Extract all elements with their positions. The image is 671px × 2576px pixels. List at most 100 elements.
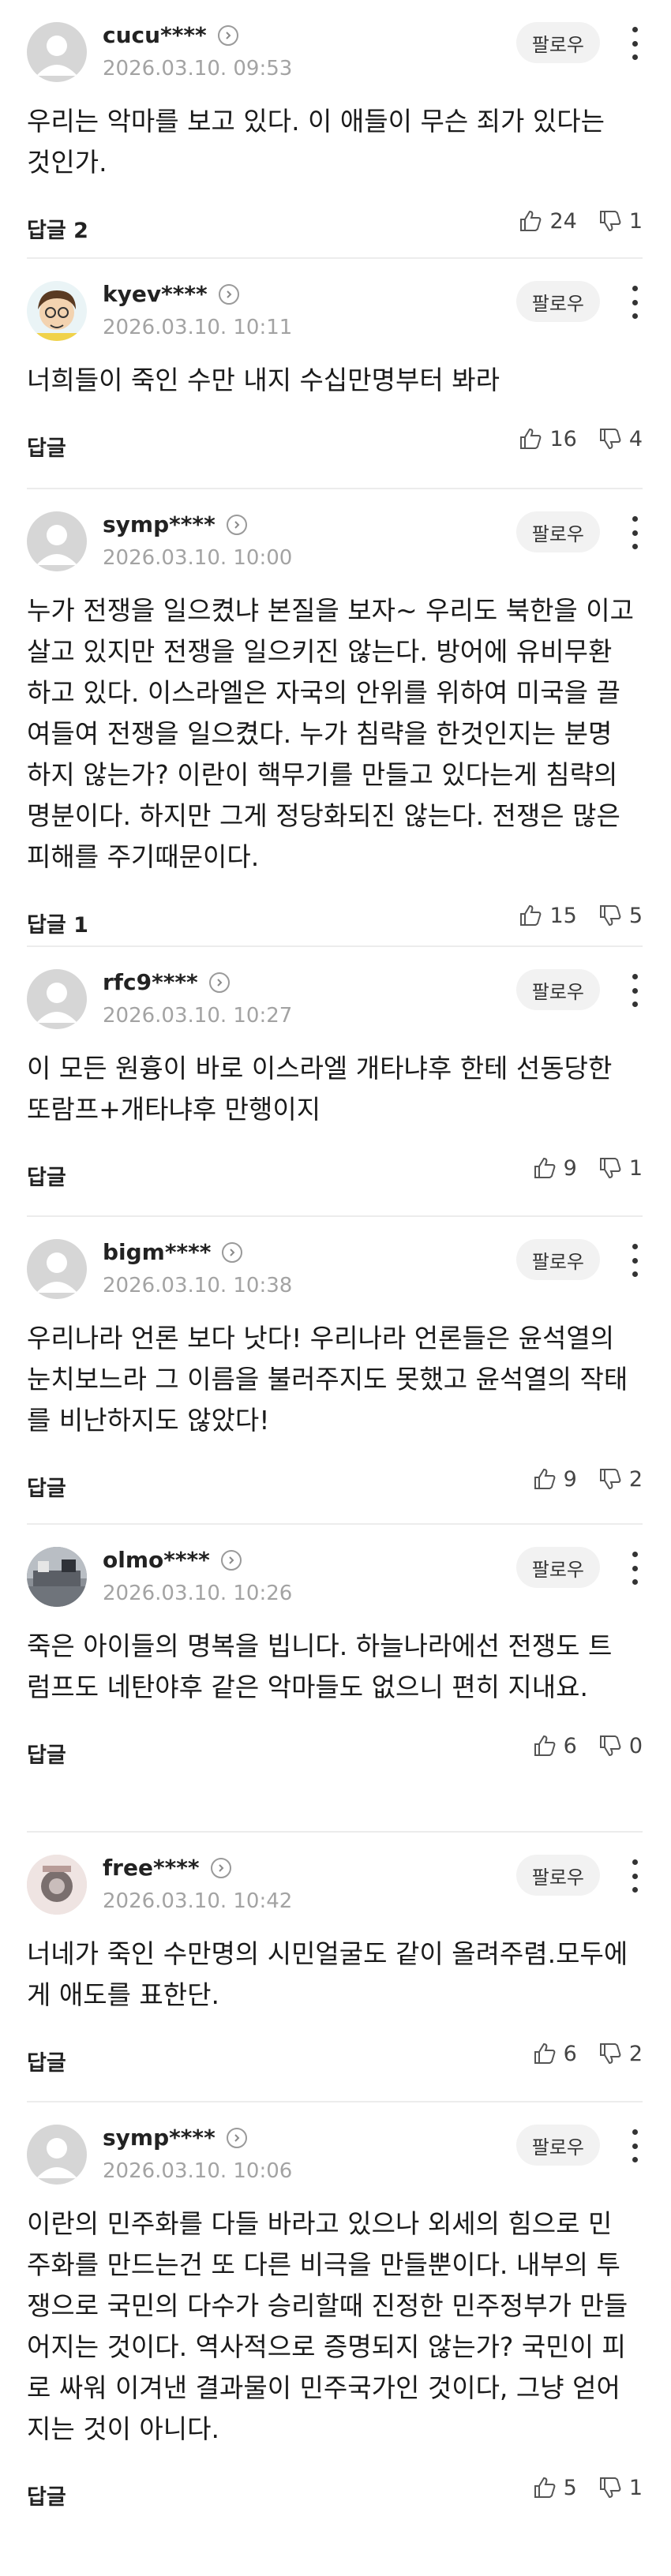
more-options-icon[interactable] bbox=[627, 1859, 643, 1893]
nickname[interactable]: olmo**** bbox=[103, 1547, 210, 1573]
avatar[interactable] bbox=[27, 511, 87, 571]
thumbs-down-icon bbox=[599, 1158, 621, 1179]
comment-text: 너희들이 죽인 수만 내지 수십만명부터 봐라 bbox=[27, 365, 500, 395]
chevron-right-icon[interactable] bbox=[222, 1241, 243, 1263]
dislike-count: 4 bbox=[628, 426, 643, 451]
thumbs-up-icon bbox=[520, 428, 542, 449]
dislike-count: 1 bbox=[628, 1155, 643, 1181]
reply-button[interactable]: 답글 1 bbox=[27, 908, 88, 938]
avatar[interactable] bbox=[27, 969, 87, 1029]
like-button[interactable]: 9 bbox=[532, 1466, 577, 1492]
reply-button[interactable]: 답글 bbox=[27, 1160, 66, 1191]
comment-item: olmo**** 2026.03.10. 10:26 팔로우 죽은 아이들의 명… bbox=[27, 1525, 643, 1833]
more-options-icon[interactable] bbox=[627, 974, 643, 1007]
reply-button[interactable]: 답글 bbox=[27, 2046, 66, 2076]
follow-button[interactable]: 팔로우 bbox=[515, 969, 600, 1010]
avatar[interactable] bbox=[27, 1547, 87, 1607]
comment-text: 우리는 악마를 보고 있다. 이 애들이 무슨 죄가 있다는 것인가. bbox=[27, 106, 605, 178]
thumbs-up-icon bbox=[534, 1735, 556, 1756]
nickname[interactable]: bigm**** bbox=[103, 1239, 211, 1265]
dislike-button[interactable]: 2 bbox=[598, 2041, 643, 2066]
follow-button[interactable]: 팔로우 bbox=[515, 22, 600, 63]
follow-button[interactable]: 팔로우 bbox=[515, 1239, 600, 1280]
comment-item: kyev**** 2026.03.10. 10:11 팔로우 너희들이 죽인 수… bbox=[27, 259, 643, 489]
thumbs-up-icon bbox=[534, 2042, 556, 2064]
more-options-icon[interactable] bbox=[627, 2129, 643, 2162]
thumbs-down-icon bbox=[599, 211, 621, 232]
thumbs-up-icon bbox=[534, 1468, 556, 1489]
nickname[interactable]: free**** bbox=[103, 1855, 200, 1881]
like-count: 9 bbox=[563, 1466, 577, 1492]
avatar[interactable] bbox=[27, 2125, 87, 2185]
dislike-button[interactable]: 2 bbox=[598, 1466, 643, 1492]
nickname[interactable]: symp**** bbox=[103, 511, 216, 537]
follow-button[interactable]: 팔로우 bbox=[515, 1547, 600, 1588]
comment-item: rfc9**** 2026.03.10. 10:27 팔로우 이 모든 원흉이 … bbox=[27, 947, 643, 1217]
more-options-icon[interactable] bbox=[627, 1552, 643, 1585]
comment-text: 누가 전쟁을 일으켰냐 본질을 보자~ 우리도 북한을 이고 살고 있지만 전쟁… bbox=[27, 595, 634, 872]
chevron-right-icon[interactable] bbox=[210, 1857, 231, 1878]
dislike-count: 1 bbox=[628, 2475, 643, 2500]
more-options-icon[interactable] bbox=[627, 1244, 643, 1277]
more-options-icon[interactable] bbox=[627, 286, 643, 319]
dislike-button[interactable]: 5 bbox=[598, 903, 643, 928]
chevron-right-icon[interactable] bbox=[217, 24, 238, 46]
thumbs-down-icon bbox=[599, 1469, 621, 1490]
like-count: 6 bbox=[563, 1733, 577, 1758]
avatar[interactable] bbox=[27, 1855, 87, 1915]
like-count: 6 bbox=[563, 2041, 577, 2066]
more-options-icon[interactable] bbox=[627, 516, 643, 549]
like-count: 15 bbox=[549, 903, 577, 928]
dislike-button[interactable]: 1 bbox=[598, 208, 643, 234]
comment-text: 죽은 아이들의 명복을 빕니다. 하늘나라에선 전쟁도 트럼프도 네탄야후 같은… bbox=[27, 1631, 613, 1702]
chevron-right-icon[interactable] bbox=[220, 1549, 242, 1571]
comment-date: 2026.03.10. 10:38 bbox=[103, 1274, 293, 1297]
comment-date: 2026.03.10. 10:00 bbox=[103, 546, 293, 570]
chevron-right-icon[interactable] bbox=[226, 514, 247, 535]
comment-text: 이란의 민주화를 다들 바라고 있으나 외세의 힘으로 민주화를 만드는건 또 … bbox=[27, 2208, 628, 2444]
like-button[interactable]: 6 bbox=[532, 1733, 577, 1758]
avatar[interactable] bbox=[27, 22, 87, 82]
follow-button[interactable]: 팔로우 bbox=[515, 511, 600, 552]
avatar[interactable] bbox=[27, 281, 87, 341]
thumbs-down-icon bbox=[599, 2477, 621, 2499]
comment-item: free**** 2026.03.10. 10:42 팔로우 너네가 죽인 수만… bbox=[27, 1833, 643, 2102]
reply-button[interactable]: 답글 bbox=[27, 1738, 66, 1769]
nickname[interactable]: symp**** bbox=[103, 2125, 216, 2151]
chevron-right-icon[interactable] bbox=[226, 2127, 247, 2148]
reply-button[interactable]: 답글 bbox=[27, 431, 66, 462]
comment-item: symp**** 2026.03.10. 10:06 팔로우 이란의 민주화를 … bbox=[27, 2102, 643, 2576]
like-button[interactable]: 15 bbox=[518, 903, 577, 928]
nickname[interactable]: rfc9**** bbox=[103, 969, 198, 995]
like-count: 5 bbox=[563, 2475, 577, 2500]
like-button[interactable]: 16 bbox=[518, 426, 577, 451]
like-button[interactable]: 6 bbox=[532, 2041, 577, 2066]
reply-button[interactable]: 답글 bbox=[27, 2480, 66, 2510]
follow-button[interactable]: 팔로우 bbox=[515, 1855, 600, 1896]
dislike-button[interactable]: 1 bbox=[598, 1155, 643, 1181]
dislike-count: 0 bbox=[628, 1733, 643, 1758]
thumbs-up-icon bbox=[520, 210, 542, 231]
nickname[interactable]: kyev**** bbox=[103, 281, 208, 307]
like-count: 16 bbox=[549, 426, 577, 451]
comment-date: 2026.03.10. 10:11 bbox=[103, 316, 293, 339]
comment-date: 2026.03.10. 10:27 bbox=[103, 1004, 293, 1028]
dislike-button[interactable]: 0 bbox=[598, 1733, 643, 1758]
thumbs-up-icon bbox=[534, 2477, 556, 2498]
chevron-right-icon[interactable] bbox=[208, 972, 230, 993]
like-button[interactable]: 5 bbox=[532, 2475, 577, 2500]
dislike-button[interactable]: 4 bbox=[598, 426, 643, 451]
nickname[interactable]: cucu**** bbox=[103, 22, 207, 48]
thumbs-down-icon bbox=[599, 1735, 621, 1757]
chevron-right-icon[interactable] bbox=[218, 283, 239, 305]
dislike-button[interactable]: 1 bbox=[598, 2475, 643, 2500]
avatar[interactable] bbox=[27, 1239, 87, 1299]
more-options-icon[interactable] bbox=[627, 27, 643, 60]
like-button[interactable]: 9 bbox=[532, 1155, 577, 1181]
like-button[interactable]: 24 bbox=[518, 208, 577, 234]
reply-button[interactable]: 답글 2 bbox=[27, 213, 88, 244]
follow-button[interactable]: 팔로우 bbox=[515, 2125, 600, 2166]
follow-button[interactable]: 팔로우 bbox=[515, 281, 600, 322]
reply-button[interactable]: 답글 bbox=[27, 1471, 66, 1502]
comment-date: 2026.03.10. 10:26 bbox=[103, 1582, 293, 1605]
